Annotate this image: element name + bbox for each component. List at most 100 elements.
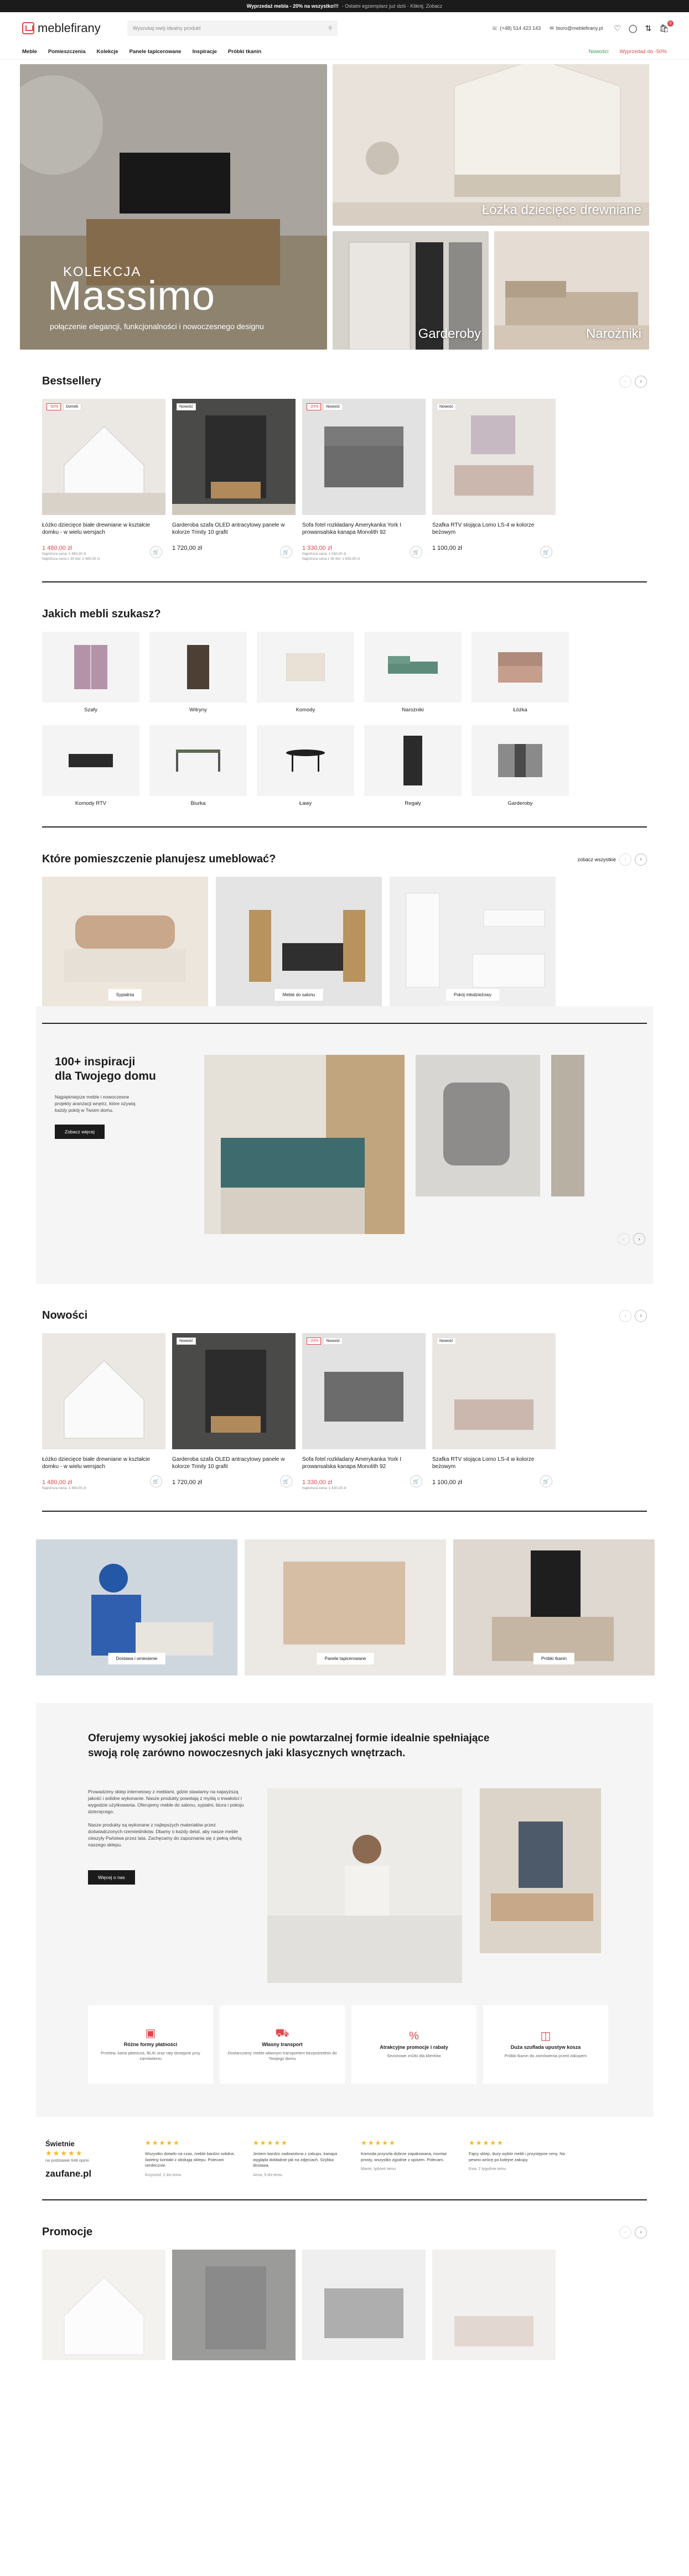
product-image[interactable] (432, 2250, 556, 2360)
product-image[interactable]: -20% Nowość (302, 1333, 426, 1449)
chevron-right-icon[interactable]: › (635, 2226, 647, 2239)
product-name[interactable]: Łóżko dziecięce białe drewniane w kształ… (42, 522, 165, 537)
category-lozka[interactable]: Łóżka (472, 632, 569, 713)
category-komody-rtv[interactable]: Komody RTV (42, 725, 139, 806)
see-all-link[interactable]: zobacz wszystkie (577, 857, 616, 862)
hero-wardrobes[interactable]: Garderoby (333, 231, 489, 350)
category-regaly[interactable]: Regały (364, 725, 462, 806)
nav-link-wyprzedaz[interactable]: Wyprzedaż do -50% (620, 49, 667, 55)
logo[interactable]: meblefirany (22, 21, 116, 35)
nav-item-inspiracje[interactable]: Inspiracje (193, 49, 217, 55)
product-image[interactable]: Nowość (172, 399, 296, 515)
category-narozniki[interactable]: Narożniki (364, 632, 462, 713)
chevron-right-icon[interactable]: › (635, 853, 647, 866)
announcement-text[interactable]: - Ostatni egzemplarz już dziś - Kliknij.… (342, 3, 443, 9)
product-card[interactable]: -50% Domek Łóżko dziecięce białe drewnian… (42, 399, 165, 561)
hero-kids-beds[interactable]: Łóżka dziecięce drewniane (333, 64, 649, 226)
product-card[interactable]: Nowość Garderoba szafa OLED antracytowy … (172, 399, 296, 561)
inspiration-photo-2[interactable] (416, 1055, 540, 1196)
product-name[interactable]: Sofa fotel rozkładany Amerykanka York I … (302, 522, 426, 537)
tile-button[interactable]: Panele tapicerowane (317, 1653, 374, 1664)
product-card[interactable]: Nowość Szafka RTV stojąca Lomo LS-4 w ko… (432, 1333, 556, 1491)
tile-samples[interactable]: Próbki tkanin (453, 1539, 655, 1675)
inspiration-photo-3[interactable] (551, 1055, 584, 1196)
product-name[interactable]: Łóżko dziecięce białe drewniane w kształ… (42, 1456, 165, 1471)
nav-item-meble[interactable]: Meble (22, 49, 37, 55)
product-image[interactable] (42, 2250, 165, 2360)
nav-item-pomieszczenia[interactable]: Pomieszczenia (48, 49, 86, 55)
chevron-left-icon[interactable]: ‹ (618, 1233, 630, 1245)
about-more-button[interactable]: Więcej o nas (88, 1870, 135, 1885)
search-input[interactable]: Wyszukaj swój idealny produkt ⚲ (127, 20, 338, 36)
add-to-cart-icon[interactable]: 🛒 (150, 546, 162, 558)
compare-icon[interactable]: ⇅ (645, 24, 651, 33)
user-icon[interactable]: ◯ (629, 24, 638, 33)
product-name[interactable]: Szafka RTV stojąca Lomo LS-4 w kolorze b… (432, 522, 556, 537)
heart-icon[interactable]: ♡ (614, 24, 621, 33)
category-witryny[interactable]: Witryny (149, 632, 247, 713)
tile-panels[interactable]: Panele tapicerowane (245, 1539, 446, 1675)
add-to-cart-icon[interactable]: 🛒 (280, 546, 292, 558)
chevron-right-icon[interactable]: › (635, 1309, 647, 1322)
product-image[interactable]: Nowość (172, 1333, 296, 1449)
phone-link[interactable]: ☏ (+48) 514 423 143 (491, 25, 541, 32)
see-more-button[interactable]: Zobacz więcej (55, 1125, 105, 1139)
category-szafy[interactable]: Szafy (42, 632, 139, 713)
chevron-left-icon[interactable]: ‹ (619, 1309, 631, 1322)
product-image[interactable] (42, 1333, 165, 1449)
hero-massimo[interactable]: KOLEKCJA Massimo połączenie elegancji, f… (20, 64, 327, 350)
product-card[interactable] (172, 2250, 296, 2360)
chevron-left-icon[interactable]: ‹ (619, 853, 631, 866)
room-button[interactable]: Meble do salonu (274, 989, 323, 1001)
chevron-left-icon[interactable]: ‹ (619, 2226, 631, 2239)
tile-delivery[interactable]: Dostawa i wniesienie (36, 1539, 237, 1675)
product-card[interactable]: Nowość Garderoba szafa OLED antracytowy … (172, 1333, 296, 1491)
product-image[interactable]: Nowość (432, 399, 556, 515)
product-card[interactable] (432, 2250, 556, 2360)
category-garderoby[interactable]: Garderoby (472, 725, 569, 806)
tile-button[interactable]: Próbki tkanin (533, 1653, 575, 1664)
nav-item-panele[interactable]: Panele tapicerowane (129, 49, 182, 55)
room-card[interactable]: Sypialnia (42, 877, 208, 1012)
product-image[interactable]: Nowość (432, 1333, 556, 1449)
email-link[interactable]: ✉ biuro@meblefirany.pl (550, 25, 603, 32)
product-name[interactable]: Szafka RTV stojąca Lomo LS-4 w kolorze b… (432, 1456, 556, 1471)
chevron-right-icon[interactable]: › (633, 1233, 645, 1245)
add-to-cart-icon[interactable]: 🛒 (410, 1475, 422, 1487)
chevron-left-icon[interactable]: ‹ (619, 375, 631, 388)
room-button[interactable]: Sypialnia (108, 989, 142, 1001)
hero-corners[interactable]: Narożniki (494, 231, 649, 350)
product-card[interactable]: Nowość Szafka RTV stojąca Lomo LS-4 w ko… (432, 399, 556, 561)
product-image[interactable]: -50% Domek (42, 399, 165, 515)
product-card[interactable] (302, 2250, 426, 2360)
product-name[interactable]: Garderoba szafa OLED antracytowy panele … (172, 1456, 296, 1471)
search-icon[interactable]: ⚲ (328, 25, 332, 32)
product-card[interactable]: -20% Nowość Sofa fotel rozkładany Ameryka… (302, 1333, 426, 1491)
add-to-cart-icon[interactable]: 🛒 (540, 1475, 552, 1487)
category-komody[interactable]: Komody (257, 632, 354, 713)
add-to-cart-icon[interactable]: 🛒 (540, 546, 552, 558)
product-card[interactable] (42, 2250, 165, 2360)
add-to-cart-icon[interactable]: 🛒 (150, 1475, 162, 1487)
reviews-brand-logo[interactable]: zaufane.pl (45, 2168, 134, 2179)
product-name[interactable]: Sofa fotel rozkładany Amerykanka York I … (302, 1456, 426, 1471)
cart-icon[interactable]: 🛍 0 (659, 20, 674, 33)
add-to-cart-icon[interactable]: 🛒 (280, 1475, 292, 1487)
inspiration-photo-1[interactable] (204, 1055, 405, 1234)
add-to-cart-icon[interactable]: 🛒 (410, 546, 422, 558)
category-biurka[interactable]: Biurka (149, 725, 247, 806)
tile-button[interactable]: Dostawa i wniesienie (108, 1653, 165, 1664)
product-name[interactable]: Garderoba szafa OLED antracytowy panele … (172, 522, 296, 537)
product-image[interactable] (302, 2250, 426, 2360)
room-button[interactable]: Pokój młodzieżowy (445, 989, 500, 1001)
room-card[interactable]: Meble do salonu (216, 877, 382, 1012)
room-card[interactable]: Pokój młodzieżowy (390, 877, 556, 1012)
product-card[interactable]: -20% Nowość Sofa fotel rozkładany Ameryka… (302, 399, 426, 561)
product-image[interactable]: -20% Nowość (302, 399, 426, 515)
nav-item-probki[interactable]: Próbki tkanin (228, 49, 261, 55)
chevron-right-icon[interactable]: › (635, 375, 647, 388)
product-image[interactable] (172, 2250, 296, 2360)
nav-link-nowosci[interactable]: Nowości (589, 49, 609, 55)
category-lawy[interactable]: Ławy (257, 725, 354, 806)
product-card[interactable]: Łóżko dziecięce białe drewniane w kształ… (42, 1333, 165, 1491)
